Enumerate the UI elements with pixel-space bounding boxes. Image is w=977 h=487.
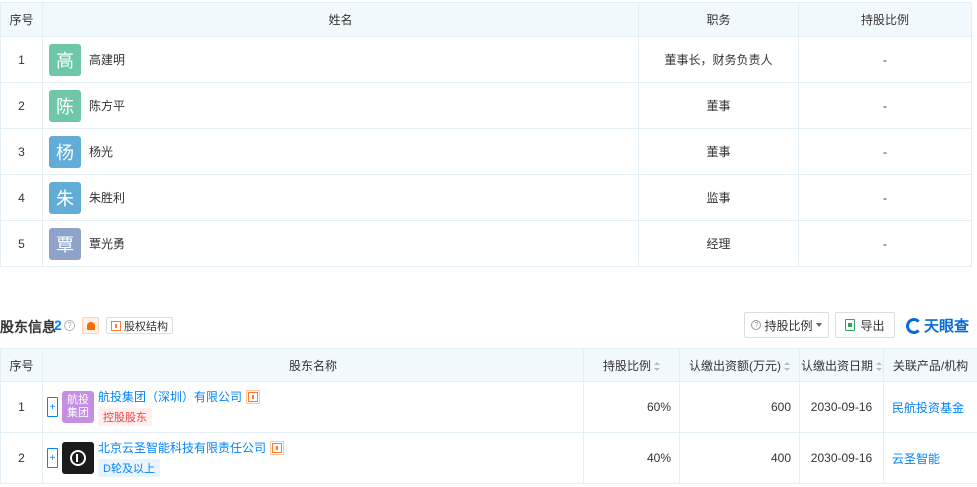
person-name[interactable]: 朱胜利 (89, 189, 125, 206)
monitor-button[interactable] (82, 317, 99, 334)
table-row: 5 覃 覃光勇 经理 - (0, 220, 972, 267)
export-button[interactable]: 导出 (835, 312, 895, 338)
sort-icon[interactable] (654, 361, 660, 371)
row-no: 5 (0, 220, 43, 267)
equity-structure-button[interactable]: 股权结构 (106, 317, 173, 334)
related-link[interactable]: 云圣智能 (883, 432, 977, 484)
staff-table: 序号 姓名 职务 持股比例 1 高 高建明 董事长，财务负责人 - 2 陈 陈方… (0, 2, 972, 267)
position-cell: 董事长，财务负责人 (638, 36, 799, 83)
shareholder-table: 序号 股东名称 持股比例 认缴出资额(万元) 认缴出资日期 关联产品/机构 1 … (0, 348, 977, 484)
question-icon: ? (751, 320, 762, 330)
amount-cell: 400 (679, 432, 800, 484)
header-ratio: 持股比例 (798, 2, 972, 37)
position-cell: 监事 (638, 174, 799, 221)
section-title: 股东信息 (0, 319, 56, 335)
row-no: 4 (0, 174, 43, 221)
row-no: 1 (0, 36, 43, 83)
org-chart-icon[interactable] (270, 440, 285, 455)
row-no: 1 (0, 381, 43, 433)
brand-mark-icon (906, 317, 922, 334)
header-no: 序号 (0, 348, 43, 382)
header-no: 序号 (0, 2, 43, 37)
export-label: 导出 (860, 318, 885, 333)
avatar[interactable]: 杨 (49, 135, 81, 168)
header-date[interactable]: 认缴出资日期 (799, 348, 884, 382)
table-row: 2 陈 陈方平 董事 - (0, 82, 972, 129)
shareholder-name-link[interactable]: 航投集团（深圳）有限公司 (98, 388, 242, 405)
avatar[interactable]: 陈 (49, 89, 81, 122)
ratio-cell: - (798, 36, 972, 83)
row-no: 3 (0, 128, 43, 175)
header-ratio[interactable]: 持股比例 (583, 348, 680, 382)
amount-cell: 600 (679, 381, 800, 433)
company-logo[interactable] (62, 442, 94, 474)
brand-logo: 天眼查 (906, 315, 969, 336)
company-logo[interactable]: 航投集团 (62, 391, 94, 423)
person-name[interactable]: 陈方平 (89, 97, 125, 114)
staff-table-header: 序号 姓名 职务 持股比例 (0, 2, 972, 37)
chevron-down-icon (815, 323, 822, 327)
table-row: 4 朱 朱胜利 监事 - (0, 174, 972, 221)
shareholder-table-header: 序号 股东名称 持股比例 认缴出资额(万元) 认缴出资日期 关联产品/机构 (0, 348, 977, 382)
name-cell: 杨 杨光 (42, 128, 639, 175)
row-no: 2 (0, 82, 43, 129)
org-chart-icon (111, 320, 121, 331)
shareholder-cell: + 航投集团 航投集团（深圳）有限公司 控股股东 (42, 381, 584, 433)
date-cell: 2030-09-16 (799, 381, 884, 433)
table-row: 3 杨 杨光 董事 - (0, 128, 972, 175)
name-cell: 朱 朱胜利 (42, 174, 639, 221)
equity-structure-label: 股权结构 (124, 320, 168, 333)
header-name: 姓名 (42, 2, 639, 37)
header-amount[interactable]: 认缴出资额(万元) (679, 348, 800, 382)
ratio-cell: - (798, 82, 972, 129)
name-cell: 高 高建明 (42, 36, 639, 83)
shareholder-count: 2 (54, 317, 62, 333)
header-position: 职务 (638, 2, 799, 37)
row-no: 2 (0, 432, 43, 484)
bell-icon (86, 321, 95, 330)
person-name[interactable]: 高建明 (89, 51, 125, 68)
related-link[interactable]: 民航投资基金 (883, 381, 977, 433)
brand-name: 天眼查 (924, 318, 970, 335)
header-shareholder-name: 股东名称 (42, 348, 584, 382)
ratio-cell: 60% (583, 381, 680, 433)
ratio-filter-label: 持股比例 (764, 318, 813, 333)
table-row: 2 + 北京云圣智能科技有限责任公司 D轮及以上 40% 400 2030-09 (0, 432, 977, 484)
excel-icon (845, 319, 856, 331)
ratio-cell: - (798, 220, 972, 267)
table-row: 1 高 高建明 董事长，财务负责人 - (0, 36, 972, 83)
shareholder-cell: + 北京云圣智能科技有限责任公司 D轮及以上 (42, 432, 584, 484)
shareholder-tag: 控股股东 (98, 408, 152, 426)
ratio-cell: - (798, 128, 972, 175)
position-cell: 经理 (638, 220, 799, 267)
shareholder-tag: D轮及以上 (98, 459, 160, 477)
expand-button[interactable]: + (47, 397, 58, 417)
ratio-cell: 40% (583, 432, 680, 484)
person-name[interactable]: 覃光勇 (89, 235, 125, 252)
position-cell: 董事 (638, 82, 799, 129)
position-cell: 董事 (638, 128, 799, 175)
header-related: 关联产品/机构 (883, 348, 977, 382)
avatar[interactable]: 覃 (49, 227, 81, 260)
avatar[interactable]: 朱 (49, 181, 81, 214)
sort-icon[interactable] (784, 361, 790, 371)
person-name[interactable]: 杨光 (89, 143, 113, 160)
ratio-cell: - (798, 174, 972, 221)
name-cell: 陈 陈方平 (42, 82, 639, 129)
name-cell: 覃 覃光勇 (42, 220, 639, 267)
date-cell: 2030-09-16 (799, 432, 884, 484)
org-chart-icon[interactable] (246, 389, 261, 404)
table-row: 1 + 航投集团 航投集团（深圳）有限公司 控股股东 60% 600 2030-… (0, 381, 977, 433)
avatar[interactable]: 高 (49, 43, 81, 76)
shareholder-section-header: 股东信息 2 ? 股权结构 ? 持股比例 导出 天眼查 (0, 312, 977, 340)
shareholder-name-link[interactable]: 北京云圣智能科技有限责任公司 (98, 439, 266, 456)
help-icon[interactable]: ? (64, 320, 75, 331)
expand-button[interactable]: + (47, 448, 58, 468)
ratio-filter-dropdown[interactable]: ? 持股比例 (744, 312, 829, 338)
sort-icon[interactable] (876, 361, 882, 371)
